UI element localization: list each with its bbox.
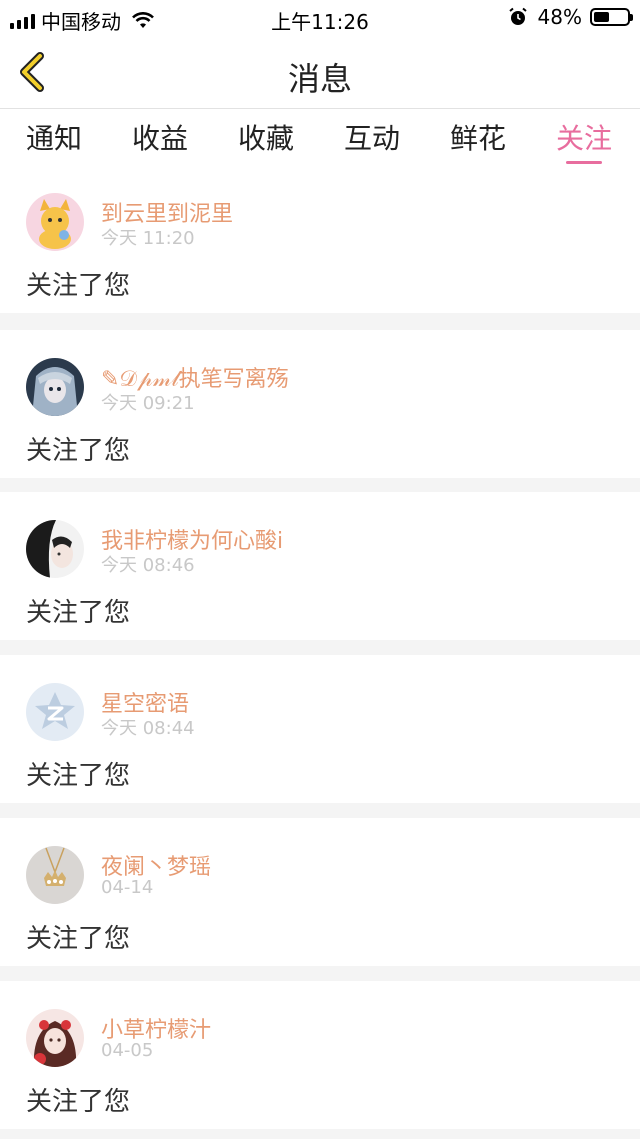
- tab-favorites[interactable]: 收藏: [238, 117, 294, 157]
- tab-label: 收藏: [238, 122, 295, 155]
- list-item[interactable]: ✎𝒟𝓅𝓂𝓁执笔写离殇 今天 09:21 关注了您: [0, 330, 640, 478]
- tab-label: 互动: [344, 122, 401, 155]
- anime-girl-avatar-icon: [26, 358, 84, 416]
- timestamp: 04-05: [101, 1040, 154, 1061]
- status-bar: 中国移动 上午11:26 48%: [0, 0, 640, 36]
- necklace-avatar-icon: [26, 846, 84, 904]
- active-tab-indicator: [566, 161, 602, 164]
- avatar[interactable]: [26, 1009, 84, 1067]
- avatar[interactable]: [26, 358, 84, 416]
- list-item[interactable]: 小草柠檬汁 04-05 关注了您: [0, 981, 640, 1129]
- girl-photo-avatar-icon: [26, 520, 84, 578]
- message-text: 关注了您: [26, 598, 131, 628]
- timestamp: 今天 09:21: [101, 393, 195, 414]
- fox-cartoon-avatar-icon: [26, 193, 84, 251]
- avatar[interactable]: [26, 846, 84, 904]
- battery-icon: [590, 8, 633, 26]
- tab-earnings[interactable]: 收益: [132, 117, 188, 157]
- list-item[interactable]: 到云里到泥里 今天 11:20 关注了您: [0, 165, 640, 313]
- avatar[interactable]: [26, 520, 84, 578]
- tab-label: 鲜花: [450, 122, 507, 155]
- message-text: 关注了您: [26, 761, 131, 791]
- tab-flowers[interactable]: 鲜花: [450, 117, 506, 157]
- default-qzone-avatar-icon: [26, 683, 84, 741]
- status-right: 48%: [508, 5, 633, 29]
- list-item[interactable]: 夜阑丶梦瑶 04-14 关注了您: [0, 818, 640, 966]
- message-text: 关注了您: [26, 271, 131, 301]
- tab-label: 通知: [26, 122, 83, 155]
- page-title: 消息: [287, 60, 352, 98]
- list-item[interactable]: 我非柠檬为何心酸i 今天 08:46 关注了您: [0, 492, 640, 640]
- timestamp: 今天 08:44: [101, 718, 195, 739]
- tab-follow[interactable]: 关注: [556, 117, 613, 164]
- illustration-girl-avatar-icon: [26, 1009, 84, 1067]
- battery-percent: 48%: [537, 5, 582, 29]
- timestamp: 今天 08:46: [101, 555, 195, 576]
- message-text: 关注了您: [26, 1087, 131, 1117]
- tab-notice[interactable]: 通知: [26, 117, 82, 157]
- avatar[interactable]: [26, 193, 84, 251]
- list-item[interactable]: 星空密语 今天 08:44 关注了您: [0, 655, 640, 803]
- message-text: 关注了您: [26, 924, 131, 954]
- tab-label: 收益: [132, 122, 189, 155]
- tab-label: 关注: [556, 122, 613, 155]
- tab-bar: 通知 收益 收藏 互动 鲜花 关注: [0, 109, 640, 165]
- avatar[interactable]: [26, 683, 84, 741]
- timestamp: 04-14: [101, 877, 154, 898]
- nav-bar: 消息: [0, 36, 640, 109]
- message-text: 关注了您: [26, 436, 131, 466]
- tab-interaction[interactable]: 互动: [344, 117, 400, 157]
- timestamp: 今天 11:20: [101, 228, 195, 249]
- alarm-icon: [508, 7, 527, 25]
